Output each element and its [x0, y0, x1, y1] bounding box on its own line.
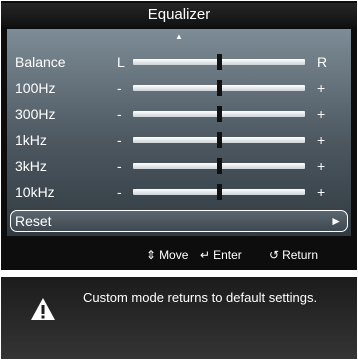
row-label: 300Hz	[15, 106, 56, 122]
help-move: ⇕ Move	[146, 244, 188, 266]
help-return: ↺ Return	[269, 244, 318, 266]
help-enter: ↵ Enter	[200, 244, 242, 266]
slider-track[interactable]	[133, 106, 305, 122]
min-label: -	[117, 106, 122, 122]
min-label: -	[117, 132, 122, 148]
reset-label: Reset	[15, 213, 52, 229]
slider-track[interactable]	[133, 80, 305, 96]
row-1khz[interactable]: 1kHz - +	[7, 128, 351, 152]
help-move-label: Move	[159, 248, 189, 262]
window-title: Equalizer	[1, 3, 357, 27]
max-label: +	[317, 106, 326, 122]
slider-thumb[interactable]	[217, 54, 222, 70]
row-label: 10kHz	[15, 184, 55, 200]
slider-track[interactable]	[133, 158, 305, 174]
move-icon: ⇕	[146, 248, 157, 262]
help-bar: ⇕ Move ↵ Enter ↺ Return	[1, 244, 357, 266]
slider-thumb[interactable]	[217, 132, 222, 148]
equalizer-panel: ▲ Balance L R 100Hz - + 300Hz - + 1kHz -…	[7, 29, 351, 236]
row-label: 3kHz	[15, 158, 47, 174]
row-label: Balance	[15, 54, 66, 70]
row-label: 100Hz	[15, 80, 56, 96]
reset-button[interactable]: Reset ►	[10, 210, 348, 232]
row-10khz[interactable]: 10kHz - +	[7, 180, 351, 204]
row-300hz[interactable]: 300Hz - +	[7, 102, 351, 126]
equalizer-window: Equalizer ▲ Balance L R 100Hz - + 300Hz …	[1, 1, 357, 270]
help-return-label: Return	[282, 248, 319, 262]
slider-track[interactable]	[133, 54, 305, 70]
min-label: L	[117, 54, 125, 70]
row-balance[interactable]: Balance L R	[7, 50, 351, 74]
enter-icon: ↵	[200, 248, 211, 262]
max-label: +	[317, 158, 326, 174]
row-label: 1kHz	[15, 132, 47, 148]
row-100hz[interactable]: 100Hz - +	[7, 76, 351, 100]
message-box: Custom mode returns to default settings.	[1, 277, 357, 359]
max-label: +	[317, 80, 326, 96]
max-label: +	[317, 132, 326, 148]
play-arrow-icon: ►	[330, 214, 342, 228]
slider-thumb[interactable]	[217, 106, 222, 122]
min-label: -	[117, 184, 122, 200]
row-3khz[interactable]: 3kHz - +	[7, 154, 351, 178]
max-label: +	[317, 184, 326, 200]
warning-icon	[31, 298, 55, 320]
message-text: Custom mode returns to default settings.	[83, 290, 318, 305]
return-icon: ↺	[269, 248, 280, 262]
slider-thumb[interactable]	[217, 158, 222, 174]
scroll-up-icon[interactable]: ▲	[175, 33, 183, 41]
max-label: R	[317, 54, 328, 70]
slider-track[interactable]	[133, 184, 305, 200]
help-enter-label: Enter	[213, 248, 242, 262]
slider-track[interactable]	[133, 132, 305, 148]
min-label: -	[117, 80, 122, 96]
slider-thumb[interactable]	[217, 80, 222, 96]
slider-thumb[interactable]	[217, 184, 222, 200]
min-label: -	[117, 158, 122, 174]
